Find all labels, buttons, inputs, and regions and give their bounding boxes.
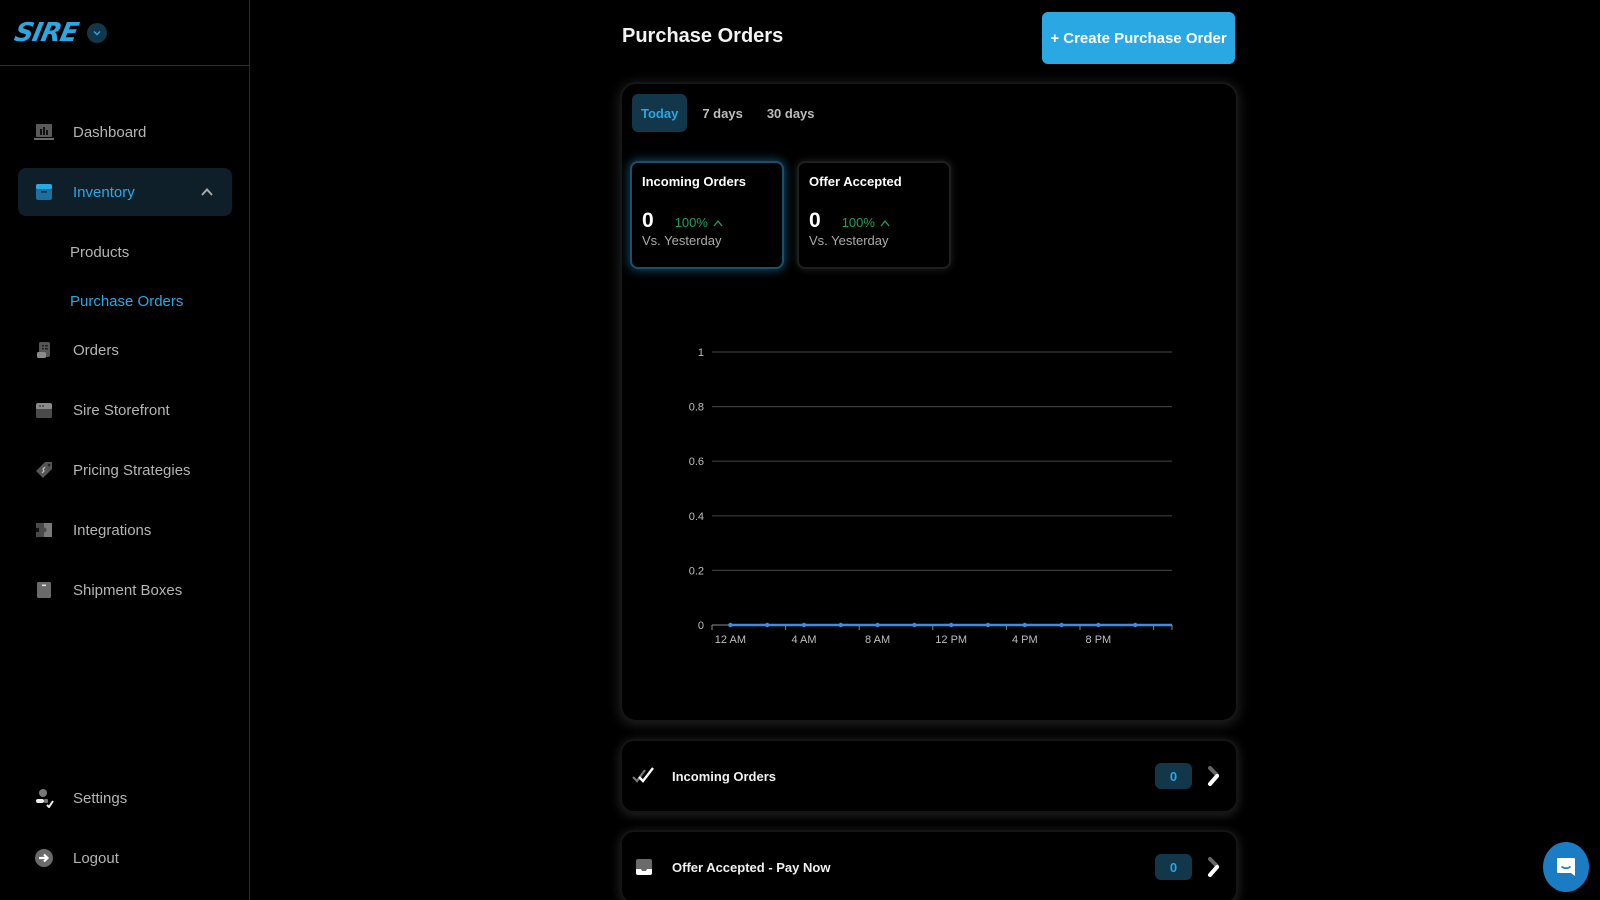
arrow-up-icon: [713, 219, 723, 226]
inbox-icon: [632, 856, 656, 878]
y-tick-label: 0: [698, 620, 704, 632]
stat-value: 0: [642, 209, 654, 232]
x-tick-label: 8 PM: [1086, 634, 1112, 646]
sidebar-item-shipment-boxes[interactable]: Shipment Boxes: [18, 566, 232, 614]
row-label: Offer Accepted - Pay Now: [672, 859, 831, 875]
receipt-icon: [34, 340, 54, 360]
y-tick-label: 1: [698, 347, 704, 359]
sidebar-item-inventory[interactable]: Inventory: [18, 168, 232, 216]
chevron-right-icon[interactable]: [1204, 765, 1224, 787]
data-point: [1059, 622, 1064, 628]
price-tag-icon: [34, 460, 54, 480]
x-tick-label: 12 AM: [715, 634, 746, 646]
data-point: [985, 622, 991, 628]
double-check-icon: [632, 765, 656, 787]
data-point: [728, 622, 733, 628]
data-point: [765, 622, 770, 628]
page-title: Purchase Orders: [622, 25, 784, 47]
orders-line-chart: 0 0.2 0.4 0.6 0.8 1 12 AM 4 AM 8 AM 12 PM 4 PM 8 PM: [642, 334, 1202, 654]
sidebar-nav: Dashboard Inventory Products Purchase Or…: [0, 108, 250, 626]
logout-icon: [34, 848, 54, 868]
sidebar-item-integrations[interactable]: Integrations: [18, 506, 232, 554]
y-tick-label: 0.4: [689, 511, 704, 523]
sidebar-item-dashboard[interactable]: Dashboard: [18, 108, 232, 156]
sidebar-item-label: Settings: [73, 789, 128, 807]
stat-change: 100%: [842, 215, 890, 230]
data-point: [875, 622, 880, 628]
x-tick-label: 4 AM: [791, 634, 816, 646]
x-tick-label: 4 PM: [1012, 634, 1038, 646]
data-point: [1096, 622, 1101, 628]
stat-change-percent: 100%: [674, 215, 708, 230]
puzzle-icon: [34, 520, 54, 540]
sidebar-item-sire-storefront[interactable]: Sire Storefront: [18, 386, 232, 434]
sidebar-item-pricing-strategies[interactable]: Pricing Strategies: [18, 446, 232, 494]
sidebar-item-label: Orders: [73, 341, 119, 359]
y-tick-label: 0.2: [689, 565, 704, 577]
count-badge: 0: [1155, 763, 1192, 789]
count-badge: 0: [1155, 854, 1192, 880]
date-range-tabs: Today 7 days 30 days: [632, 94, 824, 132]
tab-30-days[interactable]: 30 days: [758, 94, 824, 132]
stat-title: Offer Accepted: [809, 174, 902, 189]
sidebar-item-label: Integrations: [73, 521, 152, 539]
sidebar-item-label: Pricing Strategies: [73, 461, 191, 479]
box-icon: [34, 182, 54, 202]
sidebar-item-label: Sire Storefront: [73, 401, 170, 419]
sidebar-subitem-purchase-orders[interactable]: Purchase Orders: [0, 277, 250, 326]
sidebar-item-label: Logout: [73, 849, 119, 867]
stat-value: 0: [809, 209, 821, 232]
stat-comparison: Vs. Yesterday: [809, 233, 889, 248]
y-tick-label: 0.6: [689, 456, 704, 468]
arrow-up-icon: [880, 219, 890, 226]
brand-dropdown-button[interactable]: [87, 22, 108, 43]
user-settings-icon: [34, 788, 54, 808]
stat-change: 100%: [675, 215, 723, 230]
sidebar-item-settings[interactable]: Settings: [18, 774, 232, 822]
data-point: [801, 622, 807, 628]
sidebar-item-logout[interactable]: Logout: [18, 834, 232, 882]
orders-overview-panel: Today 7 days 30 days Incoming Orders 0 1…: [622, 84, 1236, 720]
tab-today[interactable]: Today: [632, 94, 688, 132]
sidebar-item-orders[interactable]: Orders: [18, 326, 232, 374]
storefront-icon: [34, 400, 54, 420]
brand-header: SIRE: [0, 0, 249, 66]
sidebar-subitem-products[interactable]: Products: [0, 228, 250, 277]
x-tick-label: 12 PM: [935, 634, 967, 646]
chart-svg: 0 0.2 0.4 0.6 0.8 1 12 AM 4 AM 8 AM 12 PM 4 PM 8 PM: [689, 347, 1173, 646]
chevron-right-icon[interactable]: [1204, 856, 1224, 878]
row-label: Incoming Orders: [672, 768, 777, 784]
data-point: [838, 622, 843, 628]
sidebar-item-label: Shipment Boxes: [73, 581, 183, 599]
sidebar-item-label: Dashboard: [73, 123, 147, 141]
stat-card-incoming-orders[interactable]: Incoming Orders 0 100% Vs. Yesterday: [632, 163, 782, 267]
shipment-box-icon: [34, 580, 54, 600]
chat-icon: [1557, 858, 1575, 876]
stat-title: Incoming Orders: [642, 174, 747, 189]
bar-chart-icon: [34, 122, 54, 142]
data-point: [912, 622, 917, 628]
chevron-up-icon[interactable]: [200, 185, 214, 199]
y-tick-label: 0.8: [689, 402, 704, 414]
sidebar: SIRE Dashboard Inventory Products Purcha…: [0, 0, 250, 900]
data-point: [1022, 622, 1027, 628]
x-tick-label: 8 AM: [865, 634, 890, 646]
sidebar-item-label: Inventory: [73, 183, 135, 201]
stat-change-percent: 100%: [841, 215, 875, 230]
stat-card-offer-accepted[interactable]: Offer Accepted 0 100% Vs. Yesterday: [799, 163, 949, 267]
sire-logo[interactable]: SIRE: [12, 18, 81, 48]
chevron-down-icon: [93, 30, 101, 35]
tab-7-days[interactable]: 7 days: [693, 94, 751, 132]
create-purchase-order-button[interactable]: + Create Purchase Order: [1042, 12, 1235, 64]
incoming-orders-row[interactable]: Incoming Orders 0: [622, 741, 1236, 811]
chat-launcher-button[interactable]: [1543, 842, 1589, 892]
data-point: [949, 622, 954, 628]
stat-comparison: Vs. Yesterday: [642, 233, 722, 248]
data-point: [1133, 622, 1138, 628]
offer-accepted-pay-now-row[interactable]: Offer Accepted - Pay Now 0: [622, 832, 1236, 900]
sidebar-bottom: Settings Logout: [0, 774, 250, 894]
